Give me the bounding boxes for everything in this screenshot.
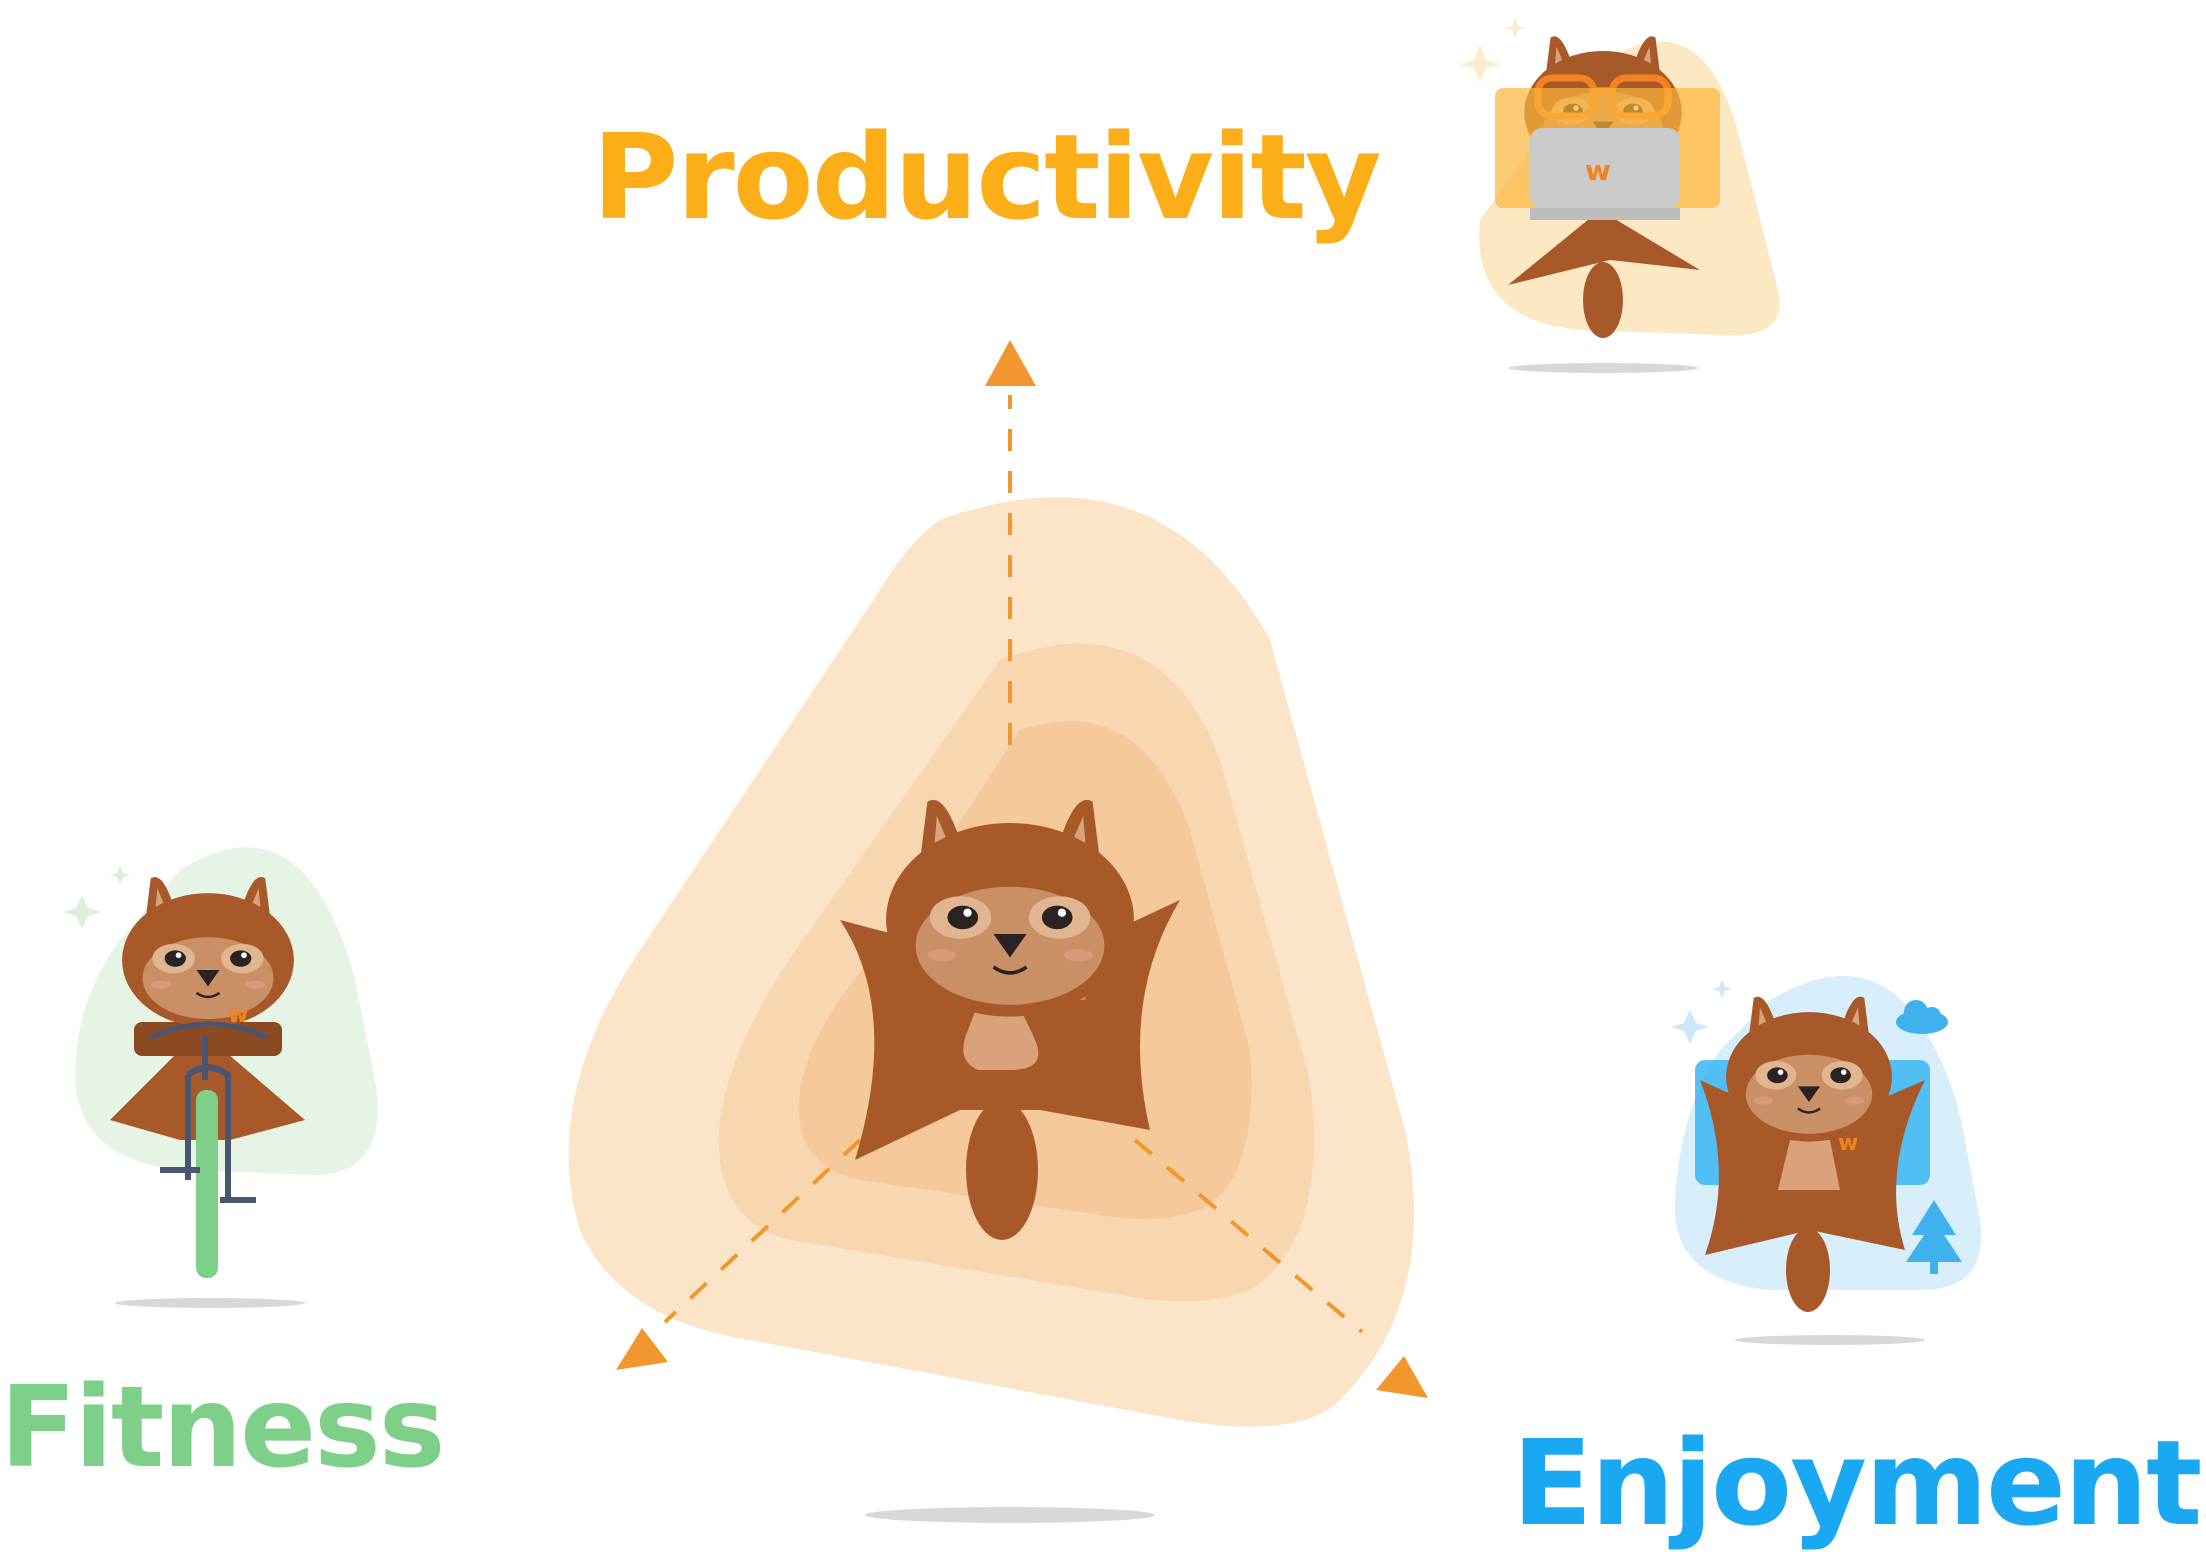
laptop-icon: w [1530,128,1680,220]
enjoyment-scene: w [1671,976,1982,1345]
fitness-scene: w [63,847,378,1308]
enjoyment-label: Enjoyment [1512,1414,2202,1552]
badge-letter: w [1838,1131,1858,1156]
productivity-scene: w [1460,18,1780,373]
sparkle-icon [63,866,130,929]
sparkle-icon [1671,980,1732,1044]
fitness-label: Fitness [0,1363,445,1493]
sparkle-icon [1460,18,1526,82]
productivity-label: Productivity [592,108,1382,246]
badge-letter: w [1585,154,1611,187]
